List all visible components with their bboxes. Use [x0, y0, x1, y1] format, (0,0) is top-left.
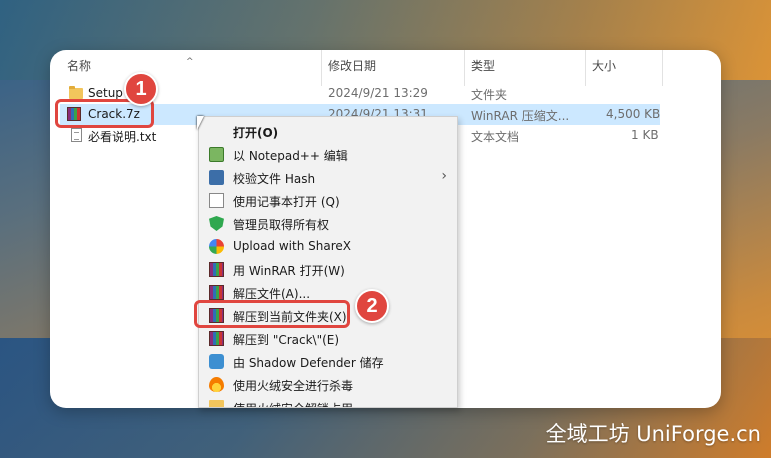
menu-item-label: 管理员取得所有权 [233, 218, 330, 232]
sharex-icon [209, 239, 224, 254]
menu-item-huorong-unlock[interactable]: 使用火绒安全解锁占用 [199, 396, 457, 407]
winrar-icon [209, 262, 224, 277]
folder-icon [69, 86, 83, 99]
file-type: 文本文档 [471, 130, 520, 144]
step-badge-2: 2 [355, 289, 389, 323]
column-name[interactable]: 名称 [67, 57, 91, 74]
column-separator[interactable] [464, 50, 465, 86]
menu-item-label: 以 Notepad++ 编辑 [233, 149, 348, 163]
menu-item-label: 解压到 "Crack\"(E) [233, 333, 340, 347]
menu-item-label: 使用火绒安全进行杀毒 [233, 379, 354, 393]
column-separator[interactable] [321, 50, 322, 86]
file-size: 1 KB [631, 128, 659, 142]
hash-icon [209, 170, 224, 185]
winrar-icon [209, 331, 224, 346]
menu-item-huorong-scan[interactable]: 使用火绒安全进行杀毒 [199, 373, 457, 396]
menu-item-label: 校验文件 Hash [233, 172, 316, 186]
file-name: Setup [88, 86, 123, 100]
menu-item-shadow-defender[interactable]: 由 Shadow Defender 储存 [199, 350, 457, 373]
menu-item-label: 用 WinRAR 打开(W) [233, 264, 345, 278]
highlight-box-extract-here [194, 300, 350, 328]
file-modified: 2024/9/21 13:29 [328, 86, 428, 100]
menu-item-label: 打开(O) [233, 126, 279, 140]
column-size[interactable]: 大小 [592, 57, 616, 74]
file-type: WinRAR 压缩文... [471, 109, 570, 123]
menu-item-open-winrar[interactable]: 用 WinRAR 打开(W) [199, 258, 457, 281]
huorong-icon [209, 377, 224, 392]
menu-item-open-notepad[interactable]: 使用记事本打开 (Q) [199, 189, 457, 212]
menu-item-hash[interactable]: 校验文件 Hash › [199, 166, 457, 189]
menu-item-label: Upload with ShareX [233, 239, 351, 253]
menu-item-label: 使用火绒安全解锁占用 [233, 400, 353, 407]
shield-icon [209, 216, 224, 231]
context-menu: 打开(O) 以 Notepad++ 编辑 校验文件 Hash › 使用记事本打开… [198, 116, 458, 408]
menu-item-extract-to-folder[interactable]: 解压到 "Crack\"(E) [199, 327, 457, 350]
column-separator[interactable] [585, 50, 586, 86]
step-badge-1: 1 [124, 72, 158, 106]
menu-item-open[interactable]: 打开(O) [199, 120, 457, 143]
text-file-icon [71, 128, 82, 142]
mouse-cursor-icon [197, 116, 211, 130]
sort-caret-icon: ^ [186, 57, 194, 67]
file-size: 4,500 KB [606, 107, 661, 121]
column-type[interactable]: 类型 [471, 57, 495, 74]
notepadpp-icon [209, 147, 224, 162]
menu-item-sharex[interactable]: Upload with ShareX [199, 235, 457, 258]
shadow-defender-icon [209, 354, 224, 369]
menu-item-notepadpp[interactable]: 以 Notepad++ 编辑 [199, 143, 457, 166]
column-modified[interactable]: 修改日期 [328, 57, 376, 74]
file-name: 必看说明.txt [88, 130, 157, 144]
watermark: 全域工坊 UniForge.cn [545, 422, 761, 446]
notepad-icon [209, 193, 224, 208]
column-separator[interactable] [662, 50, 663, 86]
huorong-folder-icon [209, 400, 224, 407]
submenu-arrow-icon: › [441, 168, 447, 184]
menu-item-take-ownership[interactable]: 管理员取得所有权 [199, 212, 457, 235]
menu-item-label: 使用记事本打开 (Q) [233, 195, 340, 209]
winrar-icon [209, 285, 224, 300]
file-type: 文件夹 [471, 88, 508, 102]
menu-item-label: 由 Shadow Defender 储存 [233, 356, 384, 370]
